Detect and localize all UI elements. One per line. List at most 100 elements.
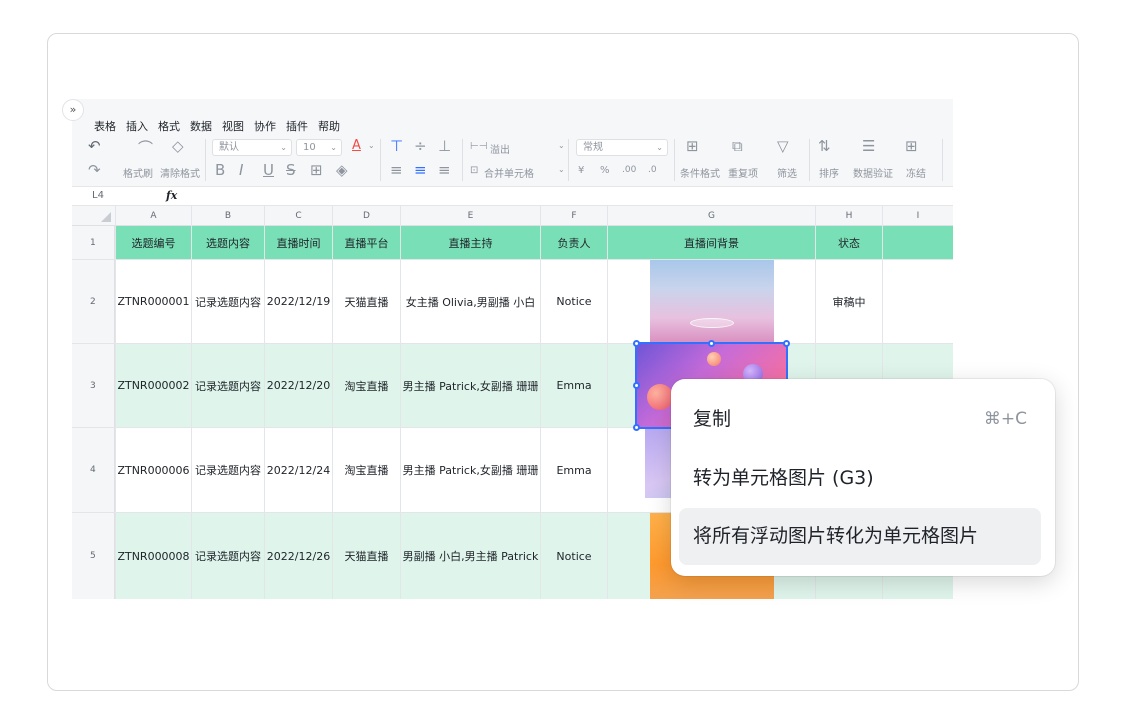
- table-cell[interactable]: 淘宝直播: [332, 344, 400, 427]
- header-cell[interactable]: 直播间背景: [607, 226, 815, 259]
- column-header-a[interactable]: A: [115, 206, 191, 226]
- table-cell[interactable]: 男主播 Patrick,女副播 珊珊: [400, 344, 540, 427]
- overflow-button[interactable]: 溢出: [490, 141, 510, 156]
- menu-plugins[interactable]: 插件: [286, 118, 308, 134]
- filter-button[interactable]: 筛选: [777, 165, 797, 180]
- table-cell[interactable]: Emma: [540, 428, 607, 512]
- menu-item-to-cell-image[interactable]: 转为单元格图片 (G3): [679, 450, 1041, 507]
- align-left-icon[interactable]: ≡: [390, 161, 403, 179]
- format-painter-button[interactable]: 格式刷: [123, 165, 153, 180]
- row-number[interactable]: 4: [72, 428, 115, 512]
- table-cell[interactable]: 2022/12/19: [264, 260, 332, 343]
- table-cell[interactable]: 2022/12/24: [264, 428, 332, 512]
- chevron-down-icon[interactable]: ⌄: [558, 165, 565, 174]
- decrease-decimal-button[interactable]: .0: [648, 165, 657, 175]
- column-header-h[interactable]: H: [815, 206, 882, 226]
- redo-icon[interactable]: ↷: [88, 161, 101, 179]
- header-cell[interactable]: 直播主持: [400, 226, 540, 259]
- chevron-down-icon[interactable]: ⌄: [368, 141, 375, 150]
- row-number[interactable]: 5: [72, 513, 115, 599]
- row-number[interactable]: 2: [72, 260, 115, 343]
- select-all-corner[interactable]: [72, 206, 115, 226]
- table-cell[interactable]: 2022/12/26: [264, 513, 332, 599]
- cell-reference[interactable]: L4: [92, 190, 104, 201]
- data-validation-button[interactable]: 数据验证: [853, 165, 893, 180]
- merge-cells-button[interactable]: 合并单元格: [484, 165, 534, 180]
- sort-button[interactable]: 排序: [819, 165, 839, 180]
- percent-button[interactable]: %: [600, 165, 610, 176]
- menu-item-copy[interactable]: 复制 ⌘+C: [679, 391, 1041, 448]
- currency-button[interactable]: ¥: [578, 165, 584, 176]
- duplicates-icon[interactable]: ⧉: [732, 137, 743, 155]
- header-cell[interactable]: [882, 226, 953, 259]
- strikethrough-button[interactable]: S: [286, 161, 296, 179]
- conditional-format-button[interactable]: 条件格式: [680, 165, 720, 180]
- align-top-icon[interactable]: ⊤: [390, 137, 403, 155]
- column-header-i[interactable]: I: [882, 206, 953, 226]
- resize-handle[interactable]: [633, 424, 640, 431]
- table-cell[interactable]: ZTNR000002: [115, 344, 191, 427]
- bold-button[interactable]: B: [215, 161, 225, 179]
- table-cell[interactable]: 2022/12/20: [264, 344, 332, 427]
- resize-handle[interactable]: [783, 340, 790, 347]
- table-cell[interactable]: 女主播 Olivia,男副播 小白: [400, 260, 540, 343]
- header-cell[interactable]: 直播时间: [264, 226, 332, 259]
- increase-decimal-button[interactable]: .00: [622, 165, 636, 175]
- table-cell[interactable]: 淘宝直播: [332, 428, 400, 512]
- table-cell[interactable]: 记录选题内容: [191, 344, 264, 427]
- table-cell[interactable]: 男主播 Patrick,女副播 珊珊: [400, 428, 540, 512]
- resize-handle[interactable]: [633, 382, 640, 389]
- row-number[interactable]: 1: [72, 226, 115, 259]
- table-cell[interactable]: ZTNR000006: [115, 428, 191, 512]
- header-cell[interactable]: 选题内容: [191, 226, 264, 259]
- paint-roller-icon[interactable]: ⌒: [138, 137, 153, 158]
- table-cell[interactable]: 天猫直播: [332, 513, 400, 599]
- column-header-c[interactable]: C: [264, 206, 332, 226]
- filter-icon[interactable]: ▽: [777, 137, 789, 155]
- header-cell[interactable]: 直播平台: [332, 226, 400, 259]
- header-cell[interactable]: 选题编号: [115, 226, 191, 259]
- menu-collab[interactable]: 协作: [254, 118, 276, 134]
- chevron-down-icon[interactable]: ⌄: [558, 141, 565, 150]
- align-center-icon[interactable]: ≡: [414, 161, 427, 179]
- freeze-button[interactable]: 冻结: [906, 165, 926, 180]
- validation-icon[interactable]: ☰: [862, 137, 875, 155]
- menu-help[interactable]: 帮助: [318, 118, 340, 134]
- table-cell[interactable]: 记录选题内容: [191, 260, 264, 343]
- floating-image-pastel-stage[interactable]: [650, 260, 774, 343]
- menu-table[interactable]: 表格: [94, 118, 116, 134]
- column-header-b[interactable]: B: [191, 206, 264, 226]
- row-number[interactable]: 3: [72, 344, 115, 427]
- duplicates-button[interactable]: 重复项: [728, 165, 758, 180]
- font-color-icon[interactable]: A: [352, 138, 361, 153]
- fill-color-icon[interactable]: ◈: [336, 161, 348, 179]
- resize-handle[interactable]: [633, 340, 640, 347]
- table-cell[interactable]: ZTNR000008: [115, 513, 191, 599]
- menu-view[interactable]: 视图: [222, 118, 244, 134]
- table-cell[interactable]: 天猫直播: [332, 260, 400, 343]
- resize-handle[interactable]: [708, 340, 715, 347]
- table-cell[interactable]: 审稿中: [815, 260, 882, 343]
- number-format-select[interactable]: 常规 ⌄: [576, 139, 668, 156]
- table-cell[interactable]: Emma: [540, 344, 607, 427]
- font-size-select[interactable]: 10 ⌄: [296, 139, 342, 156]
- italic-button[interactable]: I: [239, 161, 243, 179]
- header-cell[interactable]: 状态: [815, 226, 882, 259]
- table-cell[interactable]: Notice: [540, 260, 607, 343]
- align-middle-icon[interactable]: ÷: [414, 137, 427, 155]
- conditional-format-icon[interactable]: ⊞: [686, 137, 699, 155]
- sort-icon[interactable]: ⇅: [818, 137, 831, 155]
- border-icon[interactable]: ⊞: [310, 161, 323, 179]
- menu-data[interactable]: 数据: [190, 118, 212, 134]
- align-right-icon[interactable]: ≡: [438, 161, 451, 179]
- table-cell[interactable]: 男副播 小白,男主播 Patrick: [400, 513, 540, 599]
- table-cell[interactable]: 记录选题内容: [191, 513, 264, 599]
- column-header-e[interactable]: E: [400, 206, 540, 226]
- overflow-icon[interactable]: ⊢⊣: [470, 141, 487, 152]
- undo-icon[interactable]: ↶: [88, 137, 101, 155]
- underline-button[interactable]: U: [263, 161, 274, 179]
- header-cell[interactable]: 负责人: [540, 226, 607, 259]
- table-cell[interactable]: 记录选题内容: [191, 428, 264, 512]
- table-cell[interactable]: [882, 260, 953, 343]
- clear-format-button[interactable]: 清除格式: [160, 165, 200, 180]
